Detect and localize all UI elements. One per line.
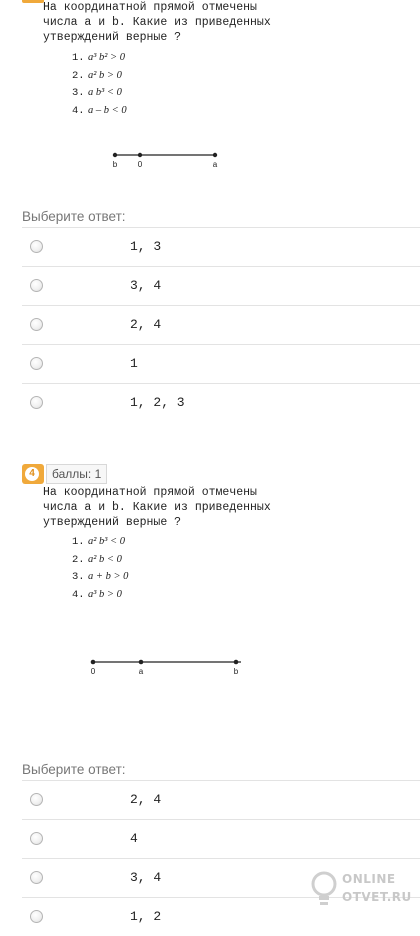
number-line-label: a <box>139 667 144 676</box>
number-line-label: a <box>213 160 218 169</box>
radio-button[interactable] <box>30 240 43 253</box>
answer-prompt: Выберите ответ: <box>22 209 126 224</box>
number-line-point <box>233 659 239 665</box>
number-line-label: 0 <box>138 160 143 169</box>
number-line-diagram: 0 a b <box>90 659 241 676</box>
answer-option[interactable]: 2, 4 <box>22 305 420 344</box>
statement-item: 1. a³ b² > 0 <box>72 52 126 64</box>
answer-option[interactable]: 2, 4 <box>22 780 420 819</box>
question-4-statements: 1. a² b³ < 0 2. a² b < 0 3. a + b > 0 4. a³ … <box>72 533 128 603</box>
answer-option-label[interactable]: 2, 4 <box>130 792 161 807</box>
answer-option-label[interactable]: 3, 4 <box>130 278 161 293</box>
question-4-text: На координатной прямой отмечены числа a … <box>43 485 373 530</box>
number-line-point <box>138 659 144 665</box>
statement-item: 2. a² b > 0 <box>72 69 122 82</box>
number-line-diagram: b 0 a <box>112 152 218 169</box>
answer-option[interactable]: 1 <box>22 344 420 383</box>
answer-option-label[interactable]: 1 <box>130 356 138 371</box>
question-number-badge: 4 <box>22 464 44 484</box>
number-line-label: b <box>113 160 118 169</box>
answer-option[interactable]: 1, 3 <box>22 227 420 266</box>
question-text-line: На координатной прямой отмечены <box>43 486 257 499</box>
statement-item: 2. a² b < 0 <box>72 553 122 566</box>
number-line-point <box>112 152 118 158</box>
watermark-line: OTVET.RU <box>342 890 412 904</box>
radio-button[interactable] <box>30 318 43 331</box>
question-number: 4 <box>25 467 39 481</box>
site-watermark: ONLINE OTVET.RU <box>310 866 414 916</box>
answer-option[interactable]: 3, 4 <box>22 266 420 305</box>
answer-option-label[interactable]: 1, 2, 3 <box>130 395 185 410</box>
answer-option-label[interactable]: 3, 4 <box>130 870 161 885</box>
radio-button[interactable] <box>30 793 43 806</box>
question-text-line: числа a и b. Какие из приведенных <box>43 16 271 29</box>
answer-option-label[interactable]: 1, 3 <box>130 239 161 254</box>
statement-item: 3. a + b > 0 <box>72 571 129 583</box>
radio-button[interactable] <box>30 396 43 409</box>
question-3-statements: 1. a³ b² > 0 2. a² b > 0 3. a b³ < 0 4. a – … <box>72 49 127 119</box>
question-badge-strip <box>22 0 44 3</box>
answer-prompt: Выберите ответ: <box>22 762 126 777</box>
number-line-point <box>212 152 218 158</box>
number-line-label: b <box>234 667 239 676</box>
answer-option-label[interactable]: 4 <box>130 831 138 846</box>
statement-item: 1. a² b³ < 0 <box>72 536 126 548</box>
statement-item: 4. a – b < 0 <box>72 104 127 117</box>
radio-button[interactable] <box>30 832 43 845</box>
lightbulb-icon <box>311 871 337 905</box>
points-label: баллы: 1 <box>46 464 108 484</box>
question-3-text: На координатной прямой отмечены числа a … <box>43 0 373 45</box>
radio-button[interactable] <box>30 279 43 292</box>
number-line-point <box>90 659 96 665</box>
question-text-line: утверждений верные ? <box>43 516 182 529</box>
radio-button[interactable] <box>30 871 43 884</box>
answer-option-label[interactable]: 2, 4 <box>130 317 161 332</box>
question-text-line: На координатной прямой отмечены <box>43 1 257 14</box>
number-line-label: 0 <box>91 667 96 676</box>
radio-button[interactable] <box>30 357 43 370</box>
question-text-line: утверждений верные ? <box>43 31 182 44</box>
watermark-line: ONLINE <box>342 872 396 886</box>
statement-item: 4. a³ b > 0 <box>72 588 122 601</box>
question-text-line: числа a и b. Какие из приведенных <box>43 501 271 514</box>
radio-button[interactable] <box>30 910 43 923</box>
answer-option[interactable]: 1, 2, 3 <box>22 383 420 422</box>
statement-item: 3. a b³ < 0 <box>72 87 122 99</box>
answer-option[interactable]: 4 <box>22 819 420 858</box>
number-line-point <box>137 152 143 158</box>
